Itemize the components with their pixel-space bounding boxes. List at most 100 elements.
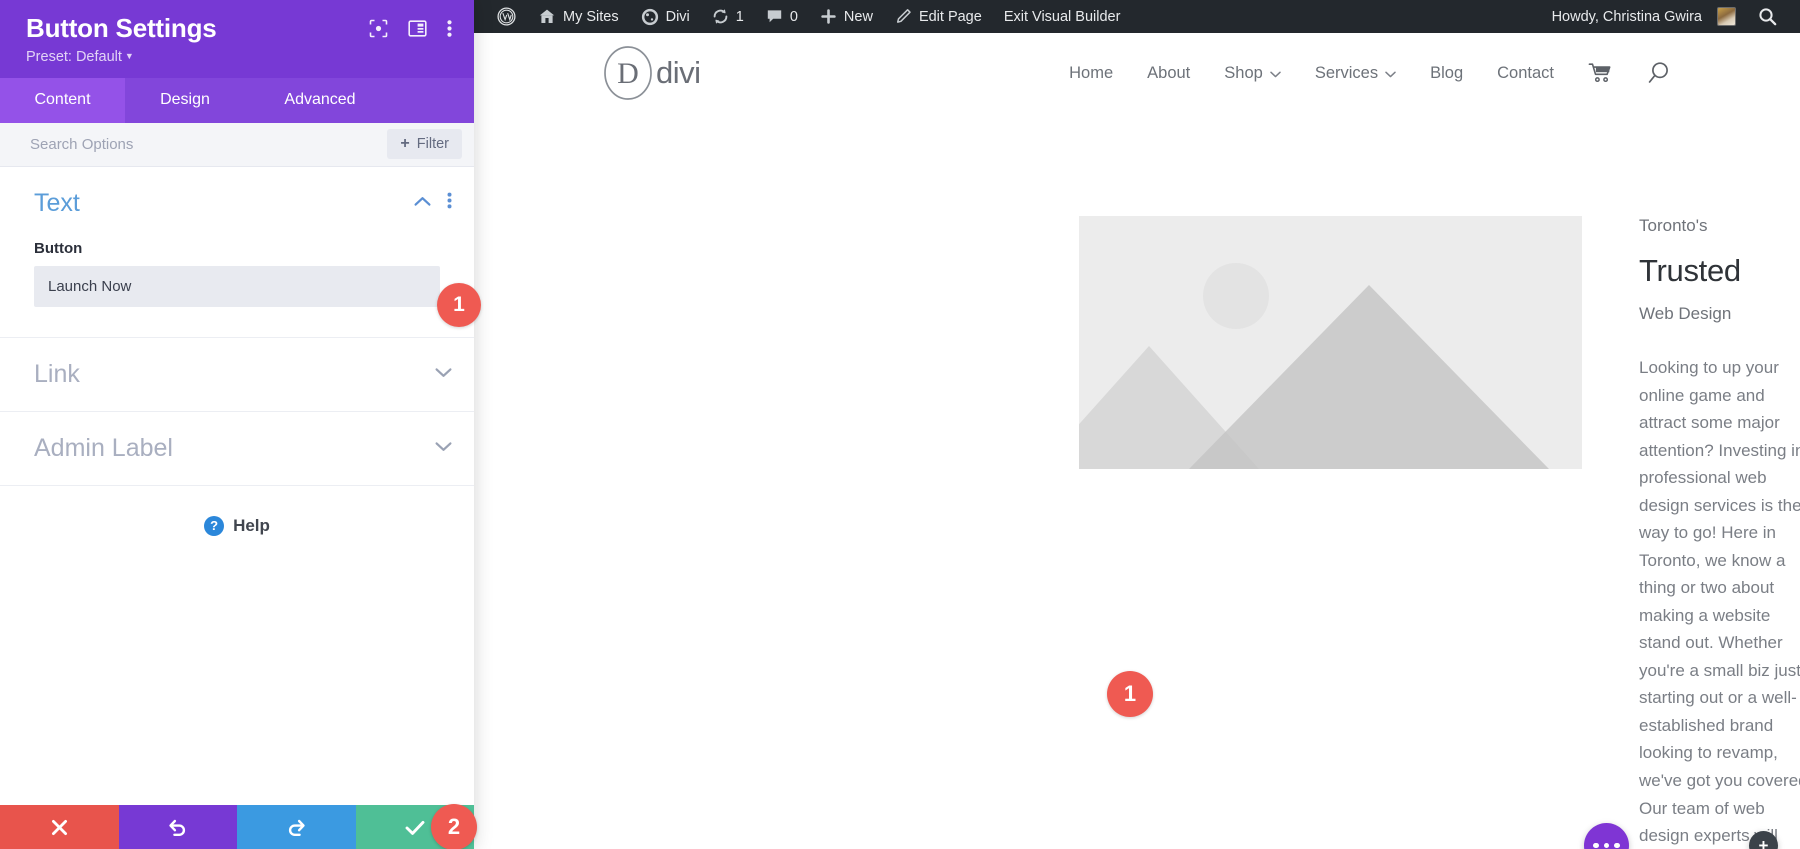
button-text-field-block: Button <box>0 240 474 337</box>
button-text-input[interactable] <box>34 265 440 307</box>
settings-footer <box>0 805 474 849</box>
cart-icon <box>1588 63 1611 83</box>
nav-label: Services <box>1314 63 1379 82</box>
updates-count: 1 <box>735 8 744 25</box>
close-icon <box>51 819 67 835</box>
panel-layout-icon[interactable] <box>408 19 427 43</box>
cart-button[interactable] <box>1571 62 1630 84</box>
search-options-row: + Filter <box>0 122 474 167</box>
ellipsis-icon <box>1593 842 1620 849</box>
divi-icon <box>641 8 658 25</box>
wordpress-logo-icon <box>497 7 516 26</box>
help-link[interactable]: ? Help <box>0 486 474 562</box>
redo-icon <box>288 819 305 836</box>
question-mark-icon: ? <box>204 515 225 536</box>
chevron-down-icon[interactable] <box>435 439 452 457</box>
nav-item-shop[interactable]: Shop <box>1207 64 1298 83</box>
chevron-up-icon[interactable] <box>414 194 431 212</box>
page-content: Toronto's Trusted Web Design Looking to … <box>474 113 1800 849</box>
section-text-header[interactable]: Text <box>0 167 474 240</box>
edit-page-button[interactable]: Edit Page <box>884 0 993 33</box>
check-icon <box>405 820 425 835</box>
divi-menu-button[interactable]: Divi <box>630 0 701 33</box>
comments-button[interactable]: 0 <box>755 0 809 33</box>
chevron-down-icon[interactable] <box>435 365 452 383</box>
nav-item-services[interactable]: Services <box>1298 64 1413 83</box>
button-field-label: Button <box>34 239 83 257</box>
nav-item-contact[interactable]: Contact <box>1480 64 1571 83</box>
section-link: Link <box>0 338 474 412</box>
updates-button[interactable]: 1 <box>701 0 755 33</box>
nav-label: About <box>1147 63 1191 82</box>
more-vertical-icon[interactable] <box>447 19 452 43</box>
site-logo-text: divi <box>656 55 701 90</box>
filter-label: Filter <box>416 136 449 153</box>
my-sites-label: My Sites <box>563 8 619 25</box>
plus-icon <box>821 9 836 24</box>
site-logo[interactable]: D divi <box>600 45 701 101</box>
section-admin-label-header[interactable]: Admin Label <box>0 412 474 485</box>
undo-button[interactable] <box>118 805 237 849</box>
new-label: New <box>843 8 873 25</box>
filter-button[interactable]: + Filter <box>387 129 462 160</box>
divi-visual-builder: Button Settings Preset: Default ▼ Conten… <box>0 0 1800 849</box>
greeting-label: Howdy, Christina Gwira <box>1551 8 1702 25</box>
subheading-text: Web Design <box>1639 304 1732 323</box>
wordpress-admin-bar: My Sites Divi 1 0 New Edit Page Exit Vis… <box>474 0 1800 33</box>
divi-logo-icon: D <box>604 46 652 100</box>
button-settings-panel: Button Settings Preset: Default ▼ Conten… <box>0 0 474 849</box>
avatar <box>1717 7 1736 26</box>
eyebrow-text: Toronto's <box>1639 216 1708 235</box>
cancel-button[interactable] <box>0 805 119 849</box>
wordpress-logo-button[interactable] <box>486 0 527 33</box>
tab-content[interactable]: Content <box>0 77 125 123</box>
nav-label: Blog <box>1430 63 1464 82</box>
tab-design[interactable]: Design <box>125 78 245 123</box>
focus-target-icon[interactable] <box>369 19 388 43</box>
search-icon <box>1648 62 1668 83</box>
nav-label: Home <box>1069 63 1114 82</box>
section-more-vertical-icon[interactable] <box>447 192 452 214</box>
edit-page-label: Edit Page <box>918 8 982 25</box>
search-options-input[interactable] <box>30 135 388 153</box>
section-admin-label: Admin Label <box>0 412 474 486</box>
step-badge-2-footer: 2 <box>431 804 477 849</box>
redo-button[interactable] <box>237 805 356 849</box>
site-header: D divi Home About Shop Services Blog Con… <box>474 33 1800 113</box>
section-link-header[interactable]: Link <box>0 338 474 411</box>
text-column: Toronto's Trusted Web Design Looking to … <box>1639 216 1800 849</box>
help-label: Help <box>233 515 270 535</box>
nav-item-blog[interactable]: Blog <box>1413 64 1480 83</box>
step-badge-1-canvas: 1 <box>1107 671 1153 717</box>
sites-icon <box>539 9 555 23</box>
plus-icon: + <box>1758 835 1769 849</box>
settings-body: Text Button Launch Now Link Admin Label … <box>0 166 474 805</box>
tab-advanced[interactable]: Advanced <box>245 78 395 123</box>
exit-visual-builder-label: Exit Visual Builder <box>1003 8 1121 25</box>
main-navigation: Home About Shop Services Blog Contact <box>1052 61 1800 85</box>
pencil-icon <box>896 9 911 23</box>
settings-tabs: Content Design Advanced <box>0 77 474 123</box>
updates-icon <box>713 9 728 24</box>
step-badge-1-panel: 1 <box>437 283 481 327</box>
section-text-title: Text <box>34 188 80 217</box>
site-search-button[interactable] <box>1630 61 1688 85</box>
search-icon <box>1759 8 1777 26</box>
my-sites-button[interactable]: My Sites <box>527 0 630 33</box>
nav-item-home[interactable]: Home <box>1052 64 1130 83</box>
new-button[interactable]: New <box>809 0 884 33</box>
image-placeholder[interactable] <box>1079 216 1582 469</box>
panel-title: Button Settings <box>26 13 217 43</box>
nav-label: Shop <box>1224 63 1263 82</box>
account-menu[interactable]: Howdy, Christina Gwira <box>1541 0 1747 33</box>
plus-icon: + <box>400 135 410 153</box>
settings-panel-header: Button Settings Preset: Default ▼ <box>0 0 474 78</box>
nav-item-about[interactable]: About <box>1130 64 1207 83</box>
exit-visual-builder-button[interactable]: Exit Visual Builder <box>993 0 1132 33</box>
section-link-title: Link <box>34 359 80 388</box>
admin-search-button[interactable] <box>1747 0 1788 33</box>
comments-icon <box>767 10 782 23</box>
preset-label: Preset: Default <box>26 48 122 65</box>
chevron-down-icon <box>1385 64 1396 83</box>
preset-selector[interactable]: Preset: Default ▼ <box>26 49 217 65</box>
